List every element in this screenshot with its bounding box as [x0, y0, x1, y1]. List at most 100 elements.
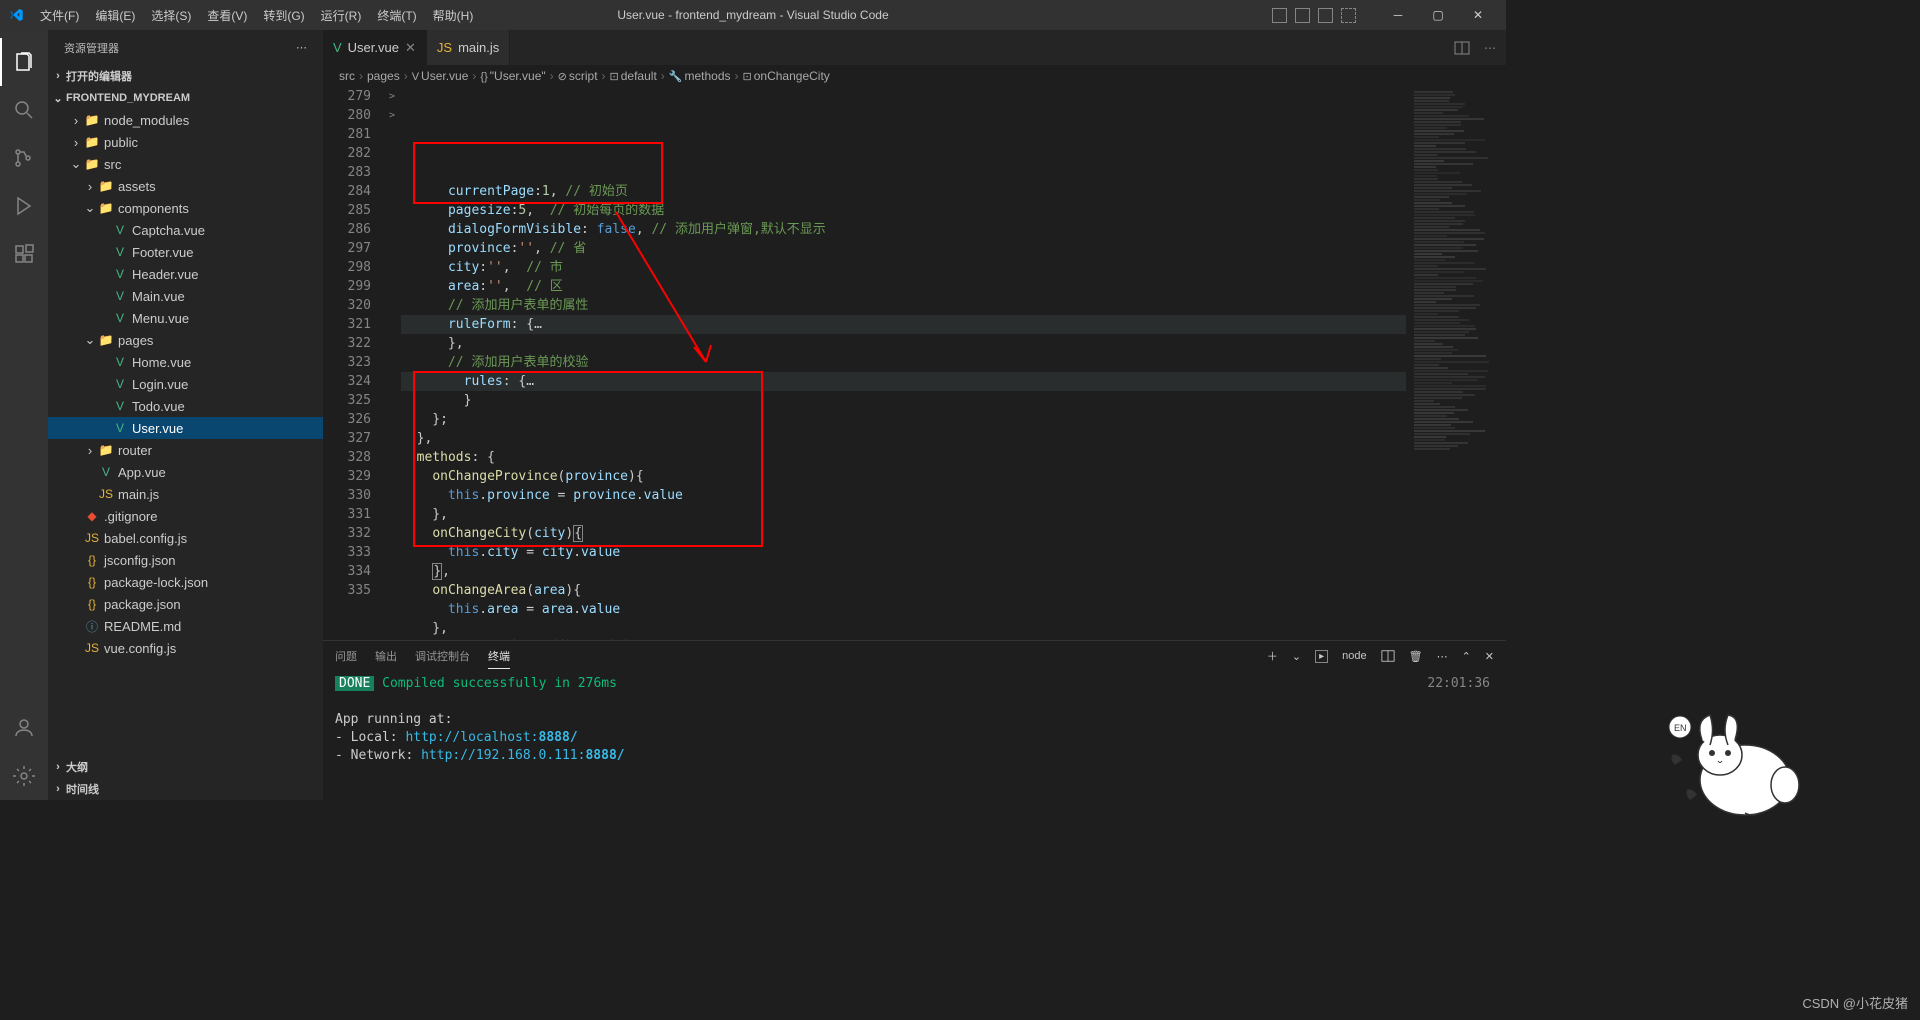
maximize-button[interactable]: ▢ — [1418, 1, 1458, 29]
breadcrumb-item[interactable]: {}"User.vue" — [480, 69, 545, 83]
file-item[interactable]: JSmain.js — [48, 483, 323, 505]
code-editor[interactable]: 2792802812822832842852862972982993203213… — [323, 87, 1506, 640]
json-icon: {} — [84, 552, 100, 568]
js-icon: JS — [84, 530, 100, 546]
panel-more-icon[interactable]: ⋯ — [1437, 650, 1448, 663]
folder-item[interactable]: ⌄📁components — [48, 197, 323, 219]
terminal-task-label[interactable]: node — [1342, 650, 1366, 662]
vue-icon: V — [112, 222, 128, 238]
breadcrumb-item[interactable]: ⊡onChangeCity — [743, 69, 830, 83]
panel-tab[interactable]: 终端 — [488, 644, 510, 669]
file-item[interactable]: JSvue.config.js — [48, 637, 323, 659]
customize-layout-icon[interactable] — [1341, 8, 1356, 23]
terminal-task-icon[interactable]: ▸ — [1315, 650, 1328, 663]
extensions-icon[interactable] — [0, 230, 48, 278]
line-number-gutter: 2792802812822832842852862972982993203213… — [323, 87, 383, 640]
folder-icon: 📁 — [84, 112, 100, 128]
close-button[interactable]: ✕ — [1458, 1, 1498, 29]
breadcrumb[interactable]: src›pages›VUser.vue›{}"User.vue"›⊘script… — [323, 65, 1506, 87]
kill-terminal-icon[interactable]: 🗑 — [1409, 650, 1423, 663]
code-content[interactable]: currentPage:1, // 初始页 pagesize:5, // 初始每… — [401, 87, 1406, 640]
folder-item[interactable]: ›📁assets — [48, 175, 323, 197]
file-item[interactable]: {}jsconfig.json — [48, 549, 323, 571]
file-item[interactable]: JSbabel.config.js — [48, 527, 323, 549]
panel-bottom-icon[interactable] — [1295, 8, 1310, 23]
layout-controls[interactable] — [1272, 8, 1356, 23]
file-item[interactable]: VApp.vue — [48, 461, 323, 483]
menu-item[interactable]: 帮助(H) — [425, 3, 482, 28]
panel-left-icon[interactable] — [1272, 8, 1287, 23]
breadcrumb-item[interactable]: pages — [367, 69, 400, 83]
breadcrumb-item[interactable]: 🔧methods — [669, 69, 731, 83]
run-debug-icon[interactable] — [0, 182, 48, 230]
file-item[interactable]: VMain.vue — [48, 285, 323, 307]
breadcrumb-item[interactable]: VUser.vue — [412, 69, 469, 83]
panel-right-icon[interactable] — [1318, 8, 1333, 23]
file-item[interactable]: VHome.vue — [48, 351, 323, 373]
outline-section[interactable]: ›大纲 — [48, 756, 323, 778]
folder-item[interactable]: ⌄📁src — [48, 153, 323, 175]
folder-item[interactable]: ›📁public — [48, 131, 323, 153]
folder-item[interactable]: ⌄📁pages — [48, 329, 323, 351]
vscode-icon — [8, 7, 24, 23]
search-icon[interactable] — [0, 86, 48, 134]
editor-tab[interactable]: JSmain.js — [427, 30, 510, 65]
menu-item[interactable]: 转到(G) — [255, 3, 312, 28]
close-tab-icon[interactable]: ✕ — [405, 40, 416, 56]
network-url[interactable]: http://192.168.0.111:8888/ — [421, 748, 625, 763]
new-terminal-icon[interactable]: ＋ — [1267, 648, 1278, 664]
menu-item[interactable]: 运行(R) — [313, 3, 370, 28]
menu-item[interactable]: 文件(F) — [32, 3, 87, 28]
menu-item[interactable]: 选择(S) — [143, 3, 199, 28]
minimap[interactable] — [1406, 87, 1506, 640]
file-item[interactable]: VTodo.vue — [48, 395, 323, 417]
breadcrumb-item[interactable]: ⊡default — [610, 69, 657, 83]
terminal-timestamp: 22:01:36 — [1427, 675, 1490, 693]
mascot-image: EN — [1660, 705, 1810, 825]
split-editor-icon[interactable] — [1454, 40, 1470, 56]
vue-icon: V — [112, 310, 128, 326]
maximize-panel-icon[interactable]: ⌃ — [1462, 650, 1471, 663]
menu-item[interactable]: 编辑(E) — [87, 3, 143, 28]
file-item[interactable]: VLogin.vue — [48, 373, 323, 395]
minimize-button[interactable]: ─ — [1378, 1, 1418, 29]
terminal-dropdown-icon[interactable]: ⌄ — [1292, 650, 1301, 663]
panel-tab[interactable]: 调试控制台 — [415, 644, 470, 668]
source-control-icon[interactable] — [0, 134, 48, 182]
open-editors-section[interactable]: ›打开的编辑器 — [48, 65, 323, 87]
file-item[interactable]: ◆.gitignore — [48, 505, 323, 527]
file-item[interactable]: VCaptcha.vue — [48, 219, 323, 241]
editor-area: VUser.vue✕JSmain.js ⋯ src›pages›VUser.vu… — [323, 30, 1506, 800]
explorer-icon[interactable] — [0, 38, 48, 86]
folder-item[interactable]: ›📁node_modules — [48, 109, 323, 131]
editor-tab[interactable]: VUser.vue✕ — [323, 30, 427, 65]
file-item[interactable]: ⓘREADME.md — [48, 615, 323, 637]
file-item[interactable]: {}package-lock.json — [48, 571, 323, 593]
settings-gear-icon[interactable] — [0, 752, 48, 800]
breadcrumb-item[interactable]: src — [339, 69, 355, 83]
panel-tabs: 问题输出调试控制台终端 ＋ ⌄ ▸ node 🗑 ⋯ ⌃ ✕ — [323, 641, 1506, 671]
sidebar-more-icon[interactable]: ⋯ — [296, 41, 307, 54]
file-item[interactable]: VHeader.vue — [48, 263, 323, 285]
fold-gutter[interactable]: >> — [383, 87, 401, 640]
file-item[interactable]: VUser.vue — [48, 417, 323, 439]
more-actions-icon[interactable]: ⋯ — [1484, 41, 1496, 55]
js-icon: JS — [84, 640, 100, 656]
folder-item[interactable]: ›📁router — [48, 439, 323, 461]
panel-tab[interactable]: 问题 — [335, 644, 357, 668]
timeline-section[interactable]: ›时间线 — [48, 778, 323, 800]
project-section[interactable]: ⌄FRONTEND_MYDREAM — [48, 87, 323, 109]
close-panel-icon[interactable]: ✕ — [1485, 650, 1494, 663]
menu-item[interactable]: 终端(T) — [369, 3, 424, 28]
file-item[interactable]: VFooter.vue — [48, 241, 323, 263]
file-item[interactable]: VMenu.vue — [48, 307, 323, 329]
terminal-body[interactable]: 22:01:36 DONE Compiled successfully in 2… — [323, 671, 1506, 800]
split-terminal-icon[interactable] — [1381, 649, 1395, 663]
breadcrumb-item[interactable]: ⊘script — [558, 69, 598, 83]
panel-tab[interactable]: 输出 — [375, 644, 397, 668]
folder-icon: 📁 — [98, 200, 114, 216]
local-url[interactable]: http://localhost:8888/ — [405, 730, 577, 745]
file-item[interactable]: {}package.json — [48, 593, 323, 615]
accounts-icon[interactable] — [0, 704, 48, 752]
menu-item[interactable]: 查看(V) — [199, 3, 255, 28]
